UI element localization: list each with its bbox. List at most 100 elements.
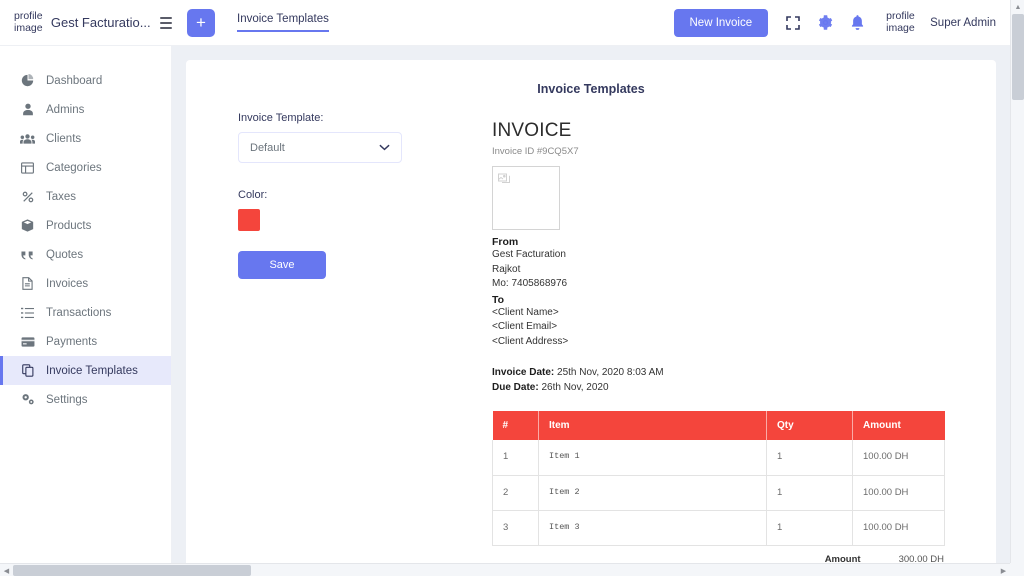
sidebar-item-invoices[interactable]: Invoices bbox=[0, 269, 171, 298]
invoice-preview: INVOICE Invoice ID #9CQ5X7 From Gest Fac… bbox=[492, 120, 952, 563]
cell-qty: 1 bbox=[767, 510, 853, 545]
quote-icon bbox=[19, 248, 36, 262]
cell-number: 1 bbox=[493, 440, 539, 475]
sidebar-item-label: Products bbox=[46, 220, 91, 232]
sidebar-item-taxes[interactable]: Taxes bbox=[0, 182, 171, 211]
sidebar-item-label: Payments bbox=[46, 336, 97, 348]
document-icon bbox=[19, 277, 36, 291]
brand-name: Gest Facturatio... bbox=[51, 15, 151, 30]
column-header-amount: Amount bbox=[853, 411, 945, 440]
gear-icon[interactable] bbox=[818, 15, 833, 30]
address-block: From Gest Facturation Rajkot Mo: 7405868… bbox=[492, 236, 952, 349]
cell-item: Item 2 bbox=[539, 475, 767, 510]
user-profile[interactable]: profile image Super Admin bbox=[886, 11, 996, 34]
to-line: <Client Email> bbox=[492, 320, 952, 335]
sidebar-item-admins[interactable]: Admins bbox=[0, 95, 171, 124]
to-line: <Client Name> bbox=[492, 306, 952, 321]
totals-value: 300.00 DH bbox=[899, 554, 944, 564]
invoice-template-label: Invoice Template: bbox=[238, 112, 438, 124]
box-icon bbox=[19, 219, 36, 233]
horizontal-scrollbar[interactable]: ◀ ▶ bbox=[0, 563, 1010, 576]
invoice-date-row: Invoice Date: 25th Nov, 2020 8:03 AM bbox=[492, 365, 952, 380]
bell-icon[interactable] bbox=[851, 15, 864, 30]
sidebar-item-label: Quotes bbox=[46, 249, 83, 261]
cell-number: 3 bbox=[493, 510, 539, 545]
copy-icon bbox=[19, 364, 36, 378]
cell-item: Item 1 bbox=[539, 440, 767, 475]
percent-icon bbox=[19, 190, 36, 204]
invoice-template-selected-value: Default bbox=[250, 142, 285, 154]
to-label: To bbox=[492, 294, 952, 306]
horizontal-scroll-thumb[interactable] bbox=[13, 565, 251, 576]
sidebar-item-invoice-templates[interactable]: Invoice Templates bbox=[0, 356, 171, 385]
cell-amount: 100.00 DH bbox=[853, 510, 945, 545]
card-icon bbox=[19, 335, 36, 349]
vertical-scrollbar[interactable]: ▲ ▼ bbox=[1010, 0, 1024, 576]
table-header-row: # Item Qty Amount bbox=[493, 411, 945, 440]
template-form: Invoice Template: Default Color: Save bbox=[238, 112, 438, 279]
brand-zone: profile image Gest Facturatio... bbox=[0, 0, 172, 46]
sidebar-item-settings[interactable]: Settings bbox=[0, 385, 171, 414]
sidebar-item-label: Categories bbox=[46, 162, 102, 174]
scrollbar-corner bbox=[1010, 563, 1024, 576]
cell-number: 2 bbox=[493, 475, 539, 510]
sidebar-item-payments[interactable]: Payments bbox=[0, 327, 171, 356]
invoice-dates: Invoice Date: 25th Nov, 2020 8:03 AM Due… bbox=[492, 365, 952, 395]
cell-item: Item 3 bbox=[539, 510, 767, 545]
from-label: From bbox=[492, 236, 952, 248]
hamburger-icon[interactable] bbox=[160, 17, 172, 29]
table-row: 1 Item 1 1 100.00 DH bbox=[493, 440, 945, 475]
cell-amount: 100.00 DH bbox=[853, 475, 945, 510]
sidebar-item-label: Transactions bbox=[46, 307, 111, 319]
logo-placeholder bbox=[492, 166, 560, 230]
top-bar: profile image Gest Facturatio... + Invoi… bbox=[0, 0, 1010, 46]
sidebar: Dashboard Admins Clients Categories Taxe… bbox=[0, 46, 172, 563]
tab-invoice-templates[interactable]: Invoice Templates bbox=[237, 13, 329, 32]
dashboard-icon bbox=[19, 74, 36, 88]
sidebar-item-transactions[interactable]: Transactions bbox=[0, 298, 171, 327]
totals-label: Amount bbox=[825, 554, 861, 564]
due-date-row: Due Date: 26th Nov, 2020 bbox=[492, 380, 952, 395]
invoice-date-label: Invoice Date: bbox=[492, 367, 554, 378]
brand-profile-image-label: profile image bbox=[14, 11, 44, 34]
invoice-heading: INVOICE bbox=[492, 120, 952, 142]
invoice-items-table: # Item Qty Amount 1 Item 1 1 100.00 DH 2 bbox=[492, 411, 945, 546]
color-label: Color: bbox=[238, 189, 438, 201]
invoice-id: Invoice ID #9CQ5X7 bbox=[492, 146, 952, 157]
list-icon bbox=[19, 306, 36, 320]
invoice-date-value: 25th Nov, 2020 8:03 AM bbox=[557, 367, 664, 378]
settings-gear-icon bbox=[19, 393, 36, 407]
sidebar-item-clients[interactable]: Clients bbox=[0, 124, 171, 153]
scroll-right-arrow-icon[interactable]: ▶ bbox=[997, 564, 1010, 577]
color-swatch[interactable] bbox=[238, 209, 260, 231]
grid-icon bbox=[19, 161, 36, 175]
scroll-left-arrow-icon[interactable]: ◀ bbox=[0, 564, 13, 577]
sidebar-item-label: Settings bbox=[46, 394, 88, 406]
sidebar-item-label: Admins bbox=[46, 104, 84, 116]
due-date-label: Due Date: bbox=[492, 382, 539, 393]
column-header-qty: Qty bbox=[767, 411, 853, 440]
add-button[interactable]: + bbox=[187, 9, 215, 37]
column-header-item: Item bbox=[539, 411, 767, 440]
cell-qty: 1 bbox=[767, 475, 853, 510]
from-line: Gest Facturation bbox=[492, 248, 952, 263]
save-button[interactable]: Save bbox=[238, 251, 326, 279]
scroll-up-arrow-icon[interactable]: ▲ bbox=[1011, 0, 1024, 14]
sidebar-item-categories[interactable]: Categories bbox=[0, 153, 171, 182]
vertical-scroll-thumb[interactable] bbox=[1012, 14, 1024, 100]
user-name: Super Admin bbox=[930, 17, 996, 29]
invoice-templates-card: Invoice Templates Invoice Template: Defa… bbox=[186, 60, 996, 563]
sidebar-item-products[interactable]: Products bbox=[0, 211, 171, 240]
sidebar-item-label: Invoices bbox=[46, 278, 88, 290]
new-invoice-button[interactable]: New Invoice bbox=[674, 9, 769, 37]
fullscreen-icon[interactable] bbox=[786, 16, 800, 30]
sidebar-item-dashboard[interactable]: Dashboard bbox=[0, 66, 171, 95]
from-line: Mo: 7405868976 bbox=[492, 277, 952, 292]
sidebar-item-label: Invoice Templates bbox=[46, 365, 138, 377]
content-area: Invoice Templates Invoice Template: Defa… bbox=[172, 46, 1010, 563]
cell-qty: 1 bbox=[767, 440, 853, 475]
sidebar-item-label: Taxes bbox=[46, 191, 76, 203]
invoice-template-select[interactable]: Default bbox=[238, 132, 402, 163]
invoice-totals: Amount 300.00 DH bbox=[492, 554, 944, 564]
sidebar-item-quotes[interactable]: Quotes bbox=[0, 240, 171, 269]
